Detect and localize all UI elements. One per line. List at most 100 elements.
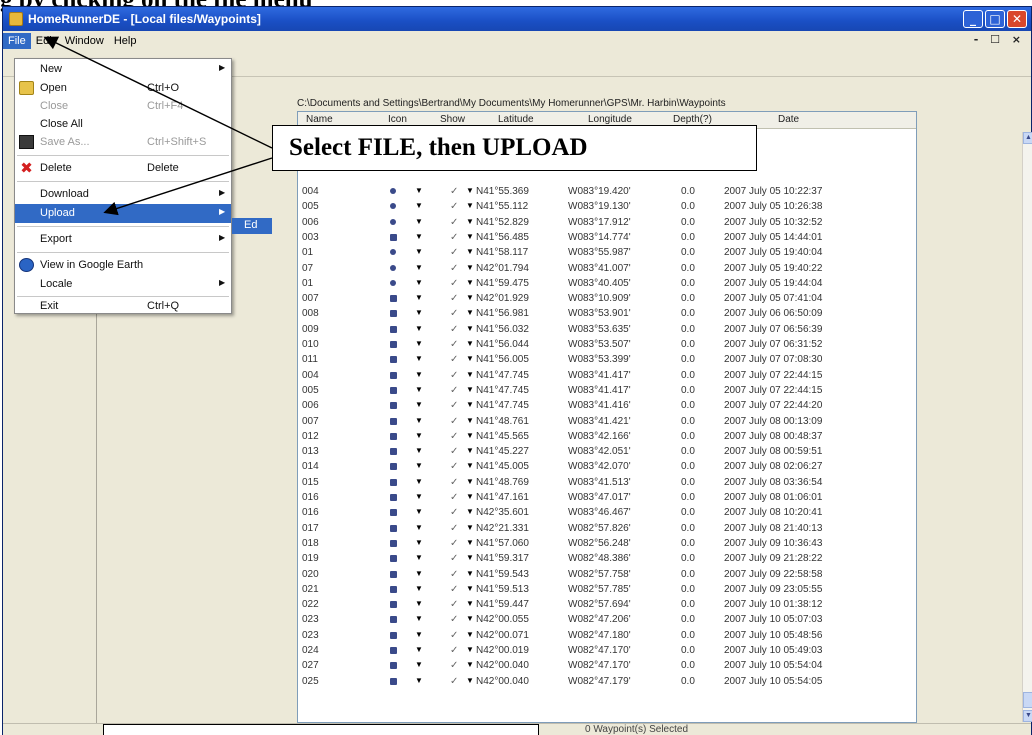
column-header-longitude[interactable]: Longitude [588, 114, 632, 125]
waypoint-symbol-icon[interactable] [390, 279, 396, 286]
scroll-down-arrow-icon[interactable]: ▼ [1023, 710, 1032, 722]
waypoint-symbol-icon[interactable] [390, 509, 397, 517]
dropdown-arrow-icon[interactable]: ▼ [466, 293, 474, 302]
dropdown-arrow-icon[interactable]: ▼ [466, 201, 474, 210]
dropdown-arrow-icon[interactable]: ▼ [415, 461, 423, 470]
waypoint-symbol-icon[interactable] [390, 295, 397, 303]
dropdown-arrow-icon[interactable]: ▼ [466, 186, 474, 195]
waypoint-symbol-icon[interactable] [390, 662, 397, 670]
column-header-depth[interactable]: Depth(?) [673, 114, 712, 125]
dropdown-arrow-icon[interactable]: ▼ [466, 461, 474, 470]
dropdown-arrow-icon[interactable]: ▼ [415, 584, 423, 593]
waypoint-symbol-icon[interactable] [390, 188, 396, 194]
upload-submenu[interactable]: Ed [232, 218, 272, 234]
menu-edit[interactable]: Edit [31, 33, 60, 49]
dropdown-arrow-icon[interactable]: ▼ [415, 507, 423, 516]
waypoint-symbol-icon[interactable] [390, 647, 397, 654]
vertical-scrollbar[interactable]: ▲ ▼ [1022, 132, 1032, 722]
dropdown-arrow-icon[interactable]: ▼ [415, 676, 423, 685]
dropdown-arrow-icon[interactable]: ▼ [415, 569, 423, 578]
table-row[interactable]: 011 ▼ ✓ ▼ N41°56.005 W083°53.399' 0.0 2007 July… [298, 352, 916, 367]
table-row[interactable]: 007 ▼ ✓ ▼ N41°48.761 W083°41.421' 0.0 2007 July… [298, 414, 916, 429]
table-row[interactable]: 023 ▼ ✓ ▼ N42°00.055 W082°47.206' 0.0 2007 July… [298, 612, 916, 627]
waypoint-symbol-icon[interactable] [390, 448, 397, 456]
dropdown-arrow-icon[interactable]: ▼ [466, 660, 474, 669]
file-menu-locale[interactable]: Locale ▶ [15, 275, 231, 294]
table-row[interactable]: 024 ▼ ✓ ▼ N42°00.019 W082°47.170' 0.0 2007 July… [298, 643, 916, 658]
dropdown-arrow-icon[interactable]: ▼ [466, 553, 474, 562]
dropdown-arrow-icon[interactable]: ▼ [415, 201, 423, 210]
waypoint-symbol-icon[interactable] [390, 463, 397, 471]
waypoint-symbol-icon[interactable] [390, 616, 397, 624]
dropdown-arrow-icon[interactable]: ▼ [466, 278, 474, 287]
file-menu-close[interactable]: Close Ctrl+F4 [15, 97, 231, 116]
dropdown-arrow-icon[interactable]: ▼ [415, 263, 423, 272]
waypoint-symbol-icon[interactable] [390, 417, 397, 425]
table-row[interactable]: 015 ▼ ✓ ▼ N41°48.769 W083°41.513' 0.0 2007 July… [298, 475, 916, 490]
table-row[interactable]: 025 ▼ ✓ ▼ N42°00.040 W082°47.179' 0.0 2007 July… [298, 674, 916, 689]
column-header-icon[interactable]: Icon [388, 114, 407, 125]
dropdown-arrow-icon[interactable]: ▼ [415, 599, 423, 608]
file-menu-export[interactable]: Export ▶ [15, 230, 231, 249]
waypoint-symbol-icon[interactable] [390, 249, 396, 256]
dropdown-arrow-icon[interactable]: ▼ [415, 293, 423, 302]
table-row[interactable]: 004 ▼ ✓ ▼ N41°55.369 W083°19.420' 0.0 2007 July… [298, 184, 916, 199]
show-checkbox[interactable]: ✓ [450, 676, 458, 687]
dropdown-arrow-icon[interactable]: ▼ [466, 477, 474, 486]
dropdown-arrow-icon[interactable]: ▼ [415, 217, 423, 226]
maximize-button[interactable]: □ [985, 10, 1005, 28]
dropdown-arrow-icon[interactable]: ▼ [466, 339, 474, 348]
dropdown-arrow-icon[interactable]: ▼ [415, 416, 423, 425]
show-checkbox[interactable]: ✓ [450, 446, 458, 457]
waypoint-symbol-icon[interactable] [390, 371, 397, 379]
dropdown-arrow-icon[interactable]: ▼ [415, 385, 423, 394]
show-checkbox[interactable]: ✓ [450, 416, 458, 427]
show-checkbox[interactable]: ✓ [450, 232, 458, 243]
show-checkbox[interactable]: ✓ [450, 645, 458, 656]
table-row[interactable]: 005 ▼ ✓ ▼ N41°55.112 W083°19.130' 0.0 2007 July… [298, 199, 916, 214]
column-header-show[interactable]: Show [440, 114, 465, 125]
dropdown-arrow-icon[interactable]: ▼ [466, 217, 474, 226]
dropdown-arrow-icon[interactable]: ▼ [466, 614, 474, 623]
dropdown-arrow-icon[interactable]: ▼ [415, 645, 423, 654]
dropdown-arrow-icon[interactable]: ▼ [466, 538, 474, 547]
dropdown-arrow-icon[interactable]: ▼ [415, 339, 423, 348]
table-row[interactable]: 005 ▼ ✓ ▼ N41°47.745 W083°41.417' 0.0 2007 July… [298, 383, 916, 398]
show-checkbox[interactable]: ✓ [450, 431, 458, 442]
show-checkbox[interactable]: ✓ [450, 584, 458, 595]
file-menu-download[interactable]: Download ▶ [15, 185, 231, 204]
waypoint-symbol-icon[interactable] [390, 264, 396, 271]
waypoint-symbol-icon[interactable] [390, 601, 397, 609]
dropdown-arrow-icon[interactable]: ▼ [415, 232, 423, 241]
waypoint-symbol-icon[interactable] [390, 539, 397, 547]
waypoint-symbol-icon[interactable] [390, 432, 397, 440]
dropdown-arrow-icon[interactable]: ▼ [466, 385, 474, 394]
dropdown-arrow-icon[interactable]: ▼ [466, 630, 474, 639]
waypoint-symbol-icon[interactable] [390, 570, 397, 578]
show-checkbox[interactable]: ✓ [450, 507, 458, 518]
table-row[interactable]: 004 ▼ ✓ ▼ N41°47.745 W083°41.417' 0.0 2007 July… [298, 368, 916, 383]
table-row[interactable]: 003 ▼ ✓ ▼ N41°56.485 W083°14.774' 0.0 2007 July… [298, 230, 916, 245]
waypoint-symbol-icon[interactable] [390, 341, 397, 348]
table-row[interactable]: 016 ▼ ✓ ▼ N41°47.161 W083°47.017' 0.0 2007 July… [298, 490, 916, 505]
menu-help[interactable]: Help [109, 33, 142, 49]
show-checkbox[interactable]: ✓ [450, 477, 458, 488]
show-checkbox[interactable]: ✓ [450, 201, 458, 212]
show-checkbox[interactable]: ✓ [450, 354, 458, 365]
dropdown-arrow-icon[interactable]: ▼ [466, 569, 474, 578]
show-checkbox[interactable]: ✓ [450, 263, 458, 274]
dropdown-arrow-icon[interactable]: ▼ [415, 492, 423, 501]
show-checkbox[interactable]: ✓ [450, 538, 458, 549]
show-checkbox[interactable]: ✓ [450, 630, 458, 641]
column-header-latitude[interactable]: Latitude [498, 114, 534, 125]
dropdown-arrow-icon[interactable]: ▼ [466, 507, 474, 516]
waypoint-symbol-icon[interactable] [390, 356, 397, 364]
show-checkbox[interactable]: ✓ [450, 293, 458, 304]
table-row[interactable]: 01 ▼ ✓ ▼ N41°58.117 W083°55.987' 0.0 2007 July … [298, 245, 916, 260]
table-row[interactable]: 012 ▼ ✓ ▼ N41°45.565 W083°42.166' 0.0 2007 July… [298, 429, 916, 444]
close-button[interactable]: ✕ [1007, 10, 1027, 28]
dropdown-arrow-icon[interactable]: ▼ [466, 354, 474, 363]
waypoint-symbol-icon[interactable] [390, 494, 397, 501]
dropdown-arrow-icon[interactable]: ▼ [466, 676, 474, 685]
show-checkbox[interactable]: ✓ [450, 217, 458, 228]
